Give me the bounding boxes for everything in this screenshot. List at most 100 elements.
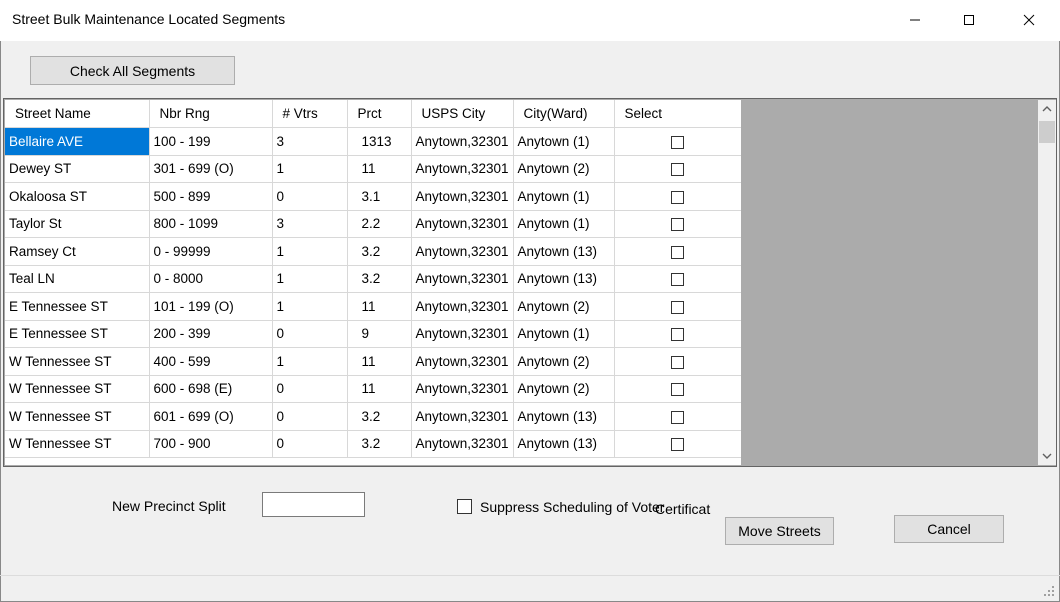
cell-vtrs[interactable]: 1 <box>272 347 348 376</box>
cell-vtrs[interactable]: 3 <box>272 210 348 238</box>
column-header-usps-city[interactable]: USPS City <box>411 100 514 128</box>
cell-street-name[interactable]: W Tennessee ST <box>5 347 150 376</box>
cell-prct[interactable]: 3.2 <box>347 402 412 431</box>
cell-city-ward[interactable]: Anytown (13) <box>513 265 615 293</box>
table-row[interactable]: Taylor St 800 - 1099 3 2.2 Anytown,32301 Anyt… <box>5 210 741 238</box>
select-checkbox[interactable] <box>671 218 684 232</box>
select-checkbox[interactable] <box>671 410 684 424</box>
table-row[interactable]: Bellaire AVE 100 - 199 3 1313 Anytown,32301 A… <box>5 127 741 156</box>
select-checkbox[interactable] <box>671 383 684 397</box>
select-checkbox[interactable] <box>671 438 684 452</box>
cell-usps-city[interactable]: Anytown,32301 <box>411 347 514 376</box>
cell-usps-city[interactable]: Anytown,32301 <box>411 127 514 156</box>
cell-street-name[interactable]: Dewey ST <box>5 155 150 183</box>
cell-usps-city[interactable]: Anytown,32301 <box>411 265 514 293</box>
cell-prct[interactable]: 11 <box>347 292 412 321</box>
cell-vtrs[interactable]: 3 <box>272 127 348 156</box>
cell-usps-city[interactable]: Anytown,32301 <box>411 320 514 348</box>
table-row[interactable]: Okaloosa ST 500 - 899 0 3.1 Anytown,32301 Any… <box>5 182 741 211</box>
scroll-up-button[interactable] <box>1038 100 1056 118</box>
cell-vtrs[interactable]: 1 <box>272 292 348 321</box>
select-checkbox[interactable] <box>671 355 684 369</box>
cell-city-ward[interactable]: Anytown (13) <box>513 430 615 458</box>
scroll-down-button[interactable] <box>1038 447 1056 465</box>
cell-usps-city[interactable]: Anytown,32301 <box>411 375 514 403</box>
cell-city-ward[interactable]: Anytown (1) <box>513 182 615 211</box>
column-header-street-name[interactable]: Street Name <box>5 100 150 128</box>
cell-nbr-rng[interactable]: 100 - 199 <box>149 127 273 156</box>
table-row[interactable]: W Tennessee ST 700 - 900 0 3.2 Anytown,32301… <box>5 430 741 458</box>
cell-nbr-rng[interactable]: 101 - 199 (O) <box>149 292 273 321</box>
suppress-scheduling-label[interactable]: Suppress Scheduling of Voter <box>480 499 664 515</box>
scroll-thumb[interactable] <box>1039 121 1055 143</box>
table-row[interactable]: W Tennessee ST 600 - 698 (E) 0 11 Anytown,32… <box>5 375 741 403</box>
cancel-button[interactable]: Cancel <box>894 515 1004 543</box>
cell-city-ward[interactable]: Anytown (1) <box>513 320 615 348</box>
table-row[interactable]: Ramsey Ct 0 - 99999 1 3.2 Anytown,32301 Anyto… <box>5 237 741 266</box>
close-button[interactable] <box>1006 0 1052 40</box>
cell-usps-city[interactable]: Anytown,32301 <box>411 182 514 211</box>
cell-usps-city[interactable]: Anytown,32301 <box>411 210 514 238</box>
maximize-button[interactable] <box>946 0 992 40</box>
select-checkbox[interactable] <box>671 273 684 287</box>
column-header-city-ward[interactable]: City(Ward) <box>513 100 615 128</box>
column-header-nbr-rng[interactable]: Nbr Rng <box>149 100 273 128</box>
cell-street-name[interactable]: Bellaire AVE <box>5 127 150 156</box>
move-streets-button[interactable]: Move Streets <box>725 517 834 545</box>
cell-vtrs[interactable]: 0 <box>272 375 348 403</box>
table-row[interactable]: Teal LN 0 - 8000 1 3.2 Anytown,32301 Anytown … <box>5 265 741 293</box>
cell-usps-city[interactable]: Anytown,32301 <box>411 237 514 266</box>
check-all-segments-button[interactable]: Check All Segments <box>30 56 235 85</box>
cell-street-name[interactable]: W Tennessee ST <box>5 430 150 458</box>
cell-usps-city[interactable]: Anytown,32301 <box>411 155 514 183</box>
new-precinct-split-input[interactable] <box>262 492 365 517</box>
cell-prct[interactable]: 3.2 <box>347 265 412 293</box>
cell-vtrs[interactable]: 1 <box>272 265 348 293</box>
cell-nbr-rng[interactable]: 200 - 399 <box>149 320 273 348</box>
cell-city-ward[interactable]: Anytown (2) <box>513 375 615 403</box>
cell-nbr-rng[interactable]: 700 - 900 <box>149 430 273 458</box>
cell-vtrs[interactable]: 1 <box>272 155 348 183</box>
cell-usps-city[interactable]: Anytown,32301 <box>411 292 514 321</box>
cell-vtrs[interactable]: 1 <box>272 237 348 266</box>
cell-vtrs[interactable]: 0 <box>272 402 348 431</box>
cell-street-name[interactable]: W Tennessee ST <box>5 402 150 431</box>
select-checkbox[interactable] <box>671 190 684 204</box>
cell-street-name[interactable]: Teal LN <box>5 265 150 293</box>
cell-city-ward[interactable]: Anytown (2) <box>513 347 615 376</box>
cell-street-name[interactable]: E Tennessee ST <box>5 292 150 321</box>
cell-nbr-rng[interactable]: 0 - 99999 <box>149 237 273 266</box>
cell-city-ward[interactable]: Anytown (1) <box>513 210 615 238</box>
cell-vtrs[interactable]: 0 <box>272 320 348 348</box>
cell-nbr-rng[interactable]: 0 - 8000 <box>149 265 273 293</box>
cell-prct[interactable]: 11 <box>347 375 412 403</box>
cell-prct[interactable]: 2.2 <box>347 210 412 238</box>
cell-nbr-rng[interactable]: 301 - 699 (O) <box>149 155 273 183</box>
cell-city-ward[interactable]: Anytown (2) <box>513 292 615 321</box>
cell-vtrs[interactable]: 0 <box>272 182 348 211</box>
cell-vtrs[interactable]: 0 <box>272 430 348 458</box>
table-row[interactable]: W Tennessee ST 400 - 599 1 11 Anytown,32301 A… <box>5 347 741 376</box>
cell-street-name[interactable]: E Tennessee ST <box>5 320 150 348</box>
resize-grip-icon[interactable] <box>1042 584 1056 598</box>
cell-street-name[interactable]: Taylor St <box>5 210 150 238</box>
segments-grid[interactable]: Street Name Nbr Rng # Vtrs Prct USPS Cit… <box>3 98 1057 467</box>
column-header-prct[interactable]: Prct <box>347 100 412 128</box>
cell-prct[interactable]: 3.2 <box>347 430 412 458</box>
select-checkbox[interactable] <box>671 245 684 259</box>
cell-nbr-rng[interactable]: 800 - 1099 <box>149 210 273 238</box>
select-checkbox[interactable] <box>671 328 684 342</box>
cell-nbr-rng[interactable]: 601 - 699 (O) <box>149 402 273 431</box>
cell-city-ward[interactable]: Anytown (1) <box>513 127 615 156</box>
cell-city-ward[interactable]: Anytown (13) <box>513 402 615 431</box>
cell-street-name[interactable]: W Tennessee ST <box>5 375 150 403</box>
cell-prct[interactable]: 11 <box>347 347 412 376</box>
cell-prct[interactable]: 3.2 <box>347 237 412 266</box>
select-checkbox[interactable] <box>671 300 684 314</box>
cell-street-name[interactable]: Okaloosa ST <box>5 182 150 211</box>
select-checkbox[interactable] <box>671 135 684 149</box>
cell-prct[interactable]: 9 <box>347 320 412 348</box>
vertical-scrollbar[interactable] <box>1038 100 1056 465</box>
cell-prct[interactable]: 3.1 <box>347 182 412 211</box>
cell-street-name[interactable]: Ramsey Ct <box>5 237 150 266</box>
